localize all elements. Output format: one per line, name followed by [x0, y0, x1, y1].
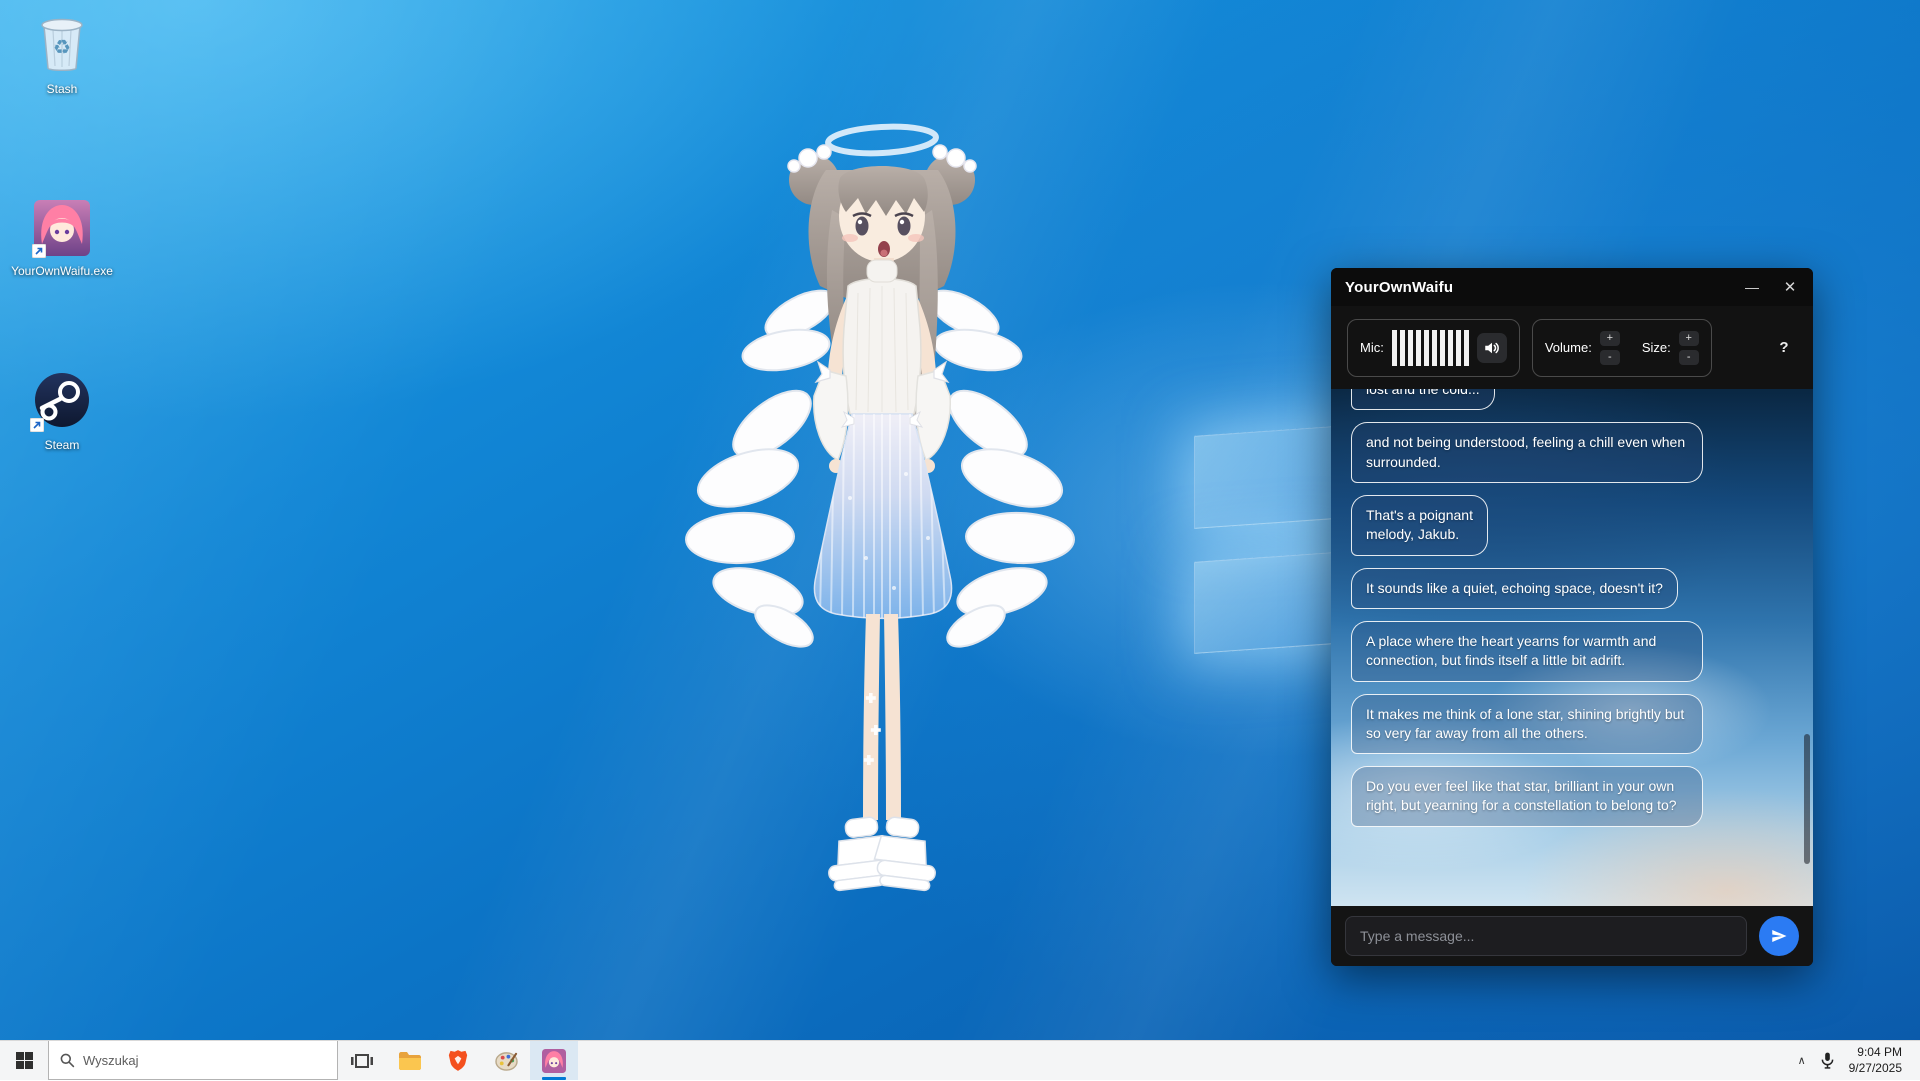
mic-bar [1392, 330, 1397, 366]
message-text: A place where the heart yearns for warmt… [1366, 633, 1656, 668]
message-text: Do you ever feel like that star, brillia… [1366, 778, 1677, 813]
message-text: It makes me think of a lone star, shinin… [1366, 706, 1684, 741]
clock-date: 9/27/2025 [1849, 1061, 1902, 1077]
window-title: YourOwnWaifu [1345, 279, 1453, 296]
waifu-character[interactable] [680, 118, 1080, 958]
tray-mic-button[interactable] [1815, 1041, 1841, 1081]
mic-bar [1400, 330, 1405, 366]
speaker-button[interactable] [1477, 333, 1507, 363]
volume-label: Volume: [1545, 340, 1592, 355]
size-stepper: + - [1679, 331, 1699, 365]
taskbar-search-input[interactable] [83, 1053, 327, 1068]
desktop-wallpaper: ♻ Stash [0, 0, 1920, 1080]
chat-title-bar[interactable]: YourOwnWaifu — ✕ [1331, 268, 1813, 306]
message-text: It sounds like a quiet, echoing space, d… [1366, 580, 1663, 596]
desktop-icon-label: YourOwnWaifu.exe [8, 264, 116, 278]
desktop-icon-steam[interactable]: Steam [8, 370, 116, 452]
help-button[interactable]: ? [1771, 339, 1797, 356]
mic-bar [1448, 330, 1453, 366]
message-bubble: It makes me think of a lone star, shinin… [1351, 694, 1703, 755]
taskbar-clock[interactable]: 9:04 PM 9/27/2025 [1841, 1045, 1910, 1076]
message-bubble: and not being understood, feeling a chil… [1351, 422, 1703, 483]
volume-stepper: + - [1600, 331, 1620, 365]
chat-area[interactable]: lost and the cold... and not being under… [1331, 389, 1813, 906]
start-button[interactable] [0, 1041, 48, 1080]
chat-scrollbar[interactable] [1804, 734, 1810, 864]
steam-icon [32, 370, 92, 430]
send-button[interactable] [1759, 916, 1799, 956]
volume-size-group: Volume: + - Size: + - [1532, 319, 1712, 377]
mic-level-meter [1392, 330, 1469, 366]
controls-bar: Mic: Volume: + - Size: [1331, 306, 1813, 389]
taskbar-search[interactable] [48, 1041, 338, 1080]
desktop-icon-stash[interactable]: ♻ Stash [8, 12, 116, 96]
system-tray: ∧ 9:04 PM 9/27/2025 [1789, 1041, 1920, 1080]
taskbar: ∧ 9:04 PM 9/27/2025 [0, 1040, 1920, 1080]
size-plus-button[interactable]: + [1679, 331, 1699, 346]
microphone-icon [1821, 1052, 1834, 1069]
folder-icon [398, 1051, 422, 1071]
message-bubble: That's a poignant melody, Jakub. [1351, 495, 1488, 556]
chat-window: YourOwnWaifu — ✕ Mic: Volume: [1331, 268, 1813, 966]
taskbar-icon-paint[interactable] [482, 1041, 530, 1080]
volume-minus-button[interactable]: - [1600, 350, 1620, 365]
mic-bar [1456, 330, 1461, 366]
task-view-icon [351, 1051, 373, 1071]
taskbar-icon-brave[interactable] [434, 1041, 482, 1080]
volume-plus-button[interactable]: + [1600, 331, 1620, 346]
minimize-button[interactable]: — [1735, 272, 1769, 302]
recycle-bin-icon: ♻ [34, 12, 90, 74]
message-text: That's a poignant melody, Jakub. [1366, 507, 1473, 542]
message-bubble: It sounds like a quiet, echoing space, d… [1351, 568, 1678, 609]
close-button[interactable]: ✕ [1773, 272, 1807, 302]
task-view-button[interactable] [338, 1041, 386, 1080]
message-input[interactable] [1345, 916, 1747, 956]
search-icon [59, 1052, 75, 1068]
size-minus-button[interactable]: - [1679, 350, 1699, 365]
desktop-icon-label: Stash [8, 82, 116, 96]
message-bubble: lost and the cold... [1351, 389, 1495, 410]
message-input-bar [1331, 906, 1813, 966]
mic-bar [1424, 330, 1429, 366]
shortcut-arrow-icon [32, 244, 46, 258]
mic-bar [1416, 330, 1421, 366]
taskbar-icon-explorer[interactable] [386, 1041, 434, 1080]
size-label: Size: [1642, 340, 1671, 355]
chat-messages: lost and the cold... and not being under… [1331, 389, 1813, 906]
windows-logo-icon [16, 1052, 33, 1069]
speaker-icon [1483, 339, 1501, 357]
tray-chevron-button[interactable]: ∧ [1789, 1041, 1815, 1081]
message-bubble: Do you ever feel like that star, brillia… [1351, 766, 1703, 827]
mic-controls-group: Mic: [1347, 319, 1520, 377]
message-text: and not being understood, feeling a chil… [1366, 434, 1685, 469]
paint-icon [495, 1050, 518, 1071]
brave-icon [448, 1049, 468, 1072]
desktop-icon-label: Steam [8, 438, 116, 452]
yourownwaifu-app-icon [34, 200, 90, 256]
shortcut-arrow-icon [30, 418, 44, 432]
mic-label: Mic: [1360, 340, 1384, 355]
yourownwaifu-taskbar-icon [542, 1049, 566, 1073]
clock-time: 9:04 PM [1849, 1045, 1902, 1061]
mic-bar [1408, 330, 1413, 366]
mic-bar [1432, 330, 1437, 366]
windows-logo-pane [1194, 552, 1334, 654]
windows-logo-pane [1194, 426, 1334, 529]
mic-bar [1464, 330, 1469, 366]
send-icon [1770, 927, 1788, 945]
svg-text:♻: ♻ [53, 37, 71, 59]
mic-bar [1440, 330, 1445, 366]
desktop-icon-yourownwaifu[interactable]: YourOwnWaifu.exe [8, 200, 116, 278]
taskbar-icon-yourownwaifu[interactable] [530, 1041, 578, 1080]
message-bubble: A place where the heart yearns for warmt… [1351, 621, 1703, 682]
message-text: lost and the cold... [1366, 389, 1480, 397]
